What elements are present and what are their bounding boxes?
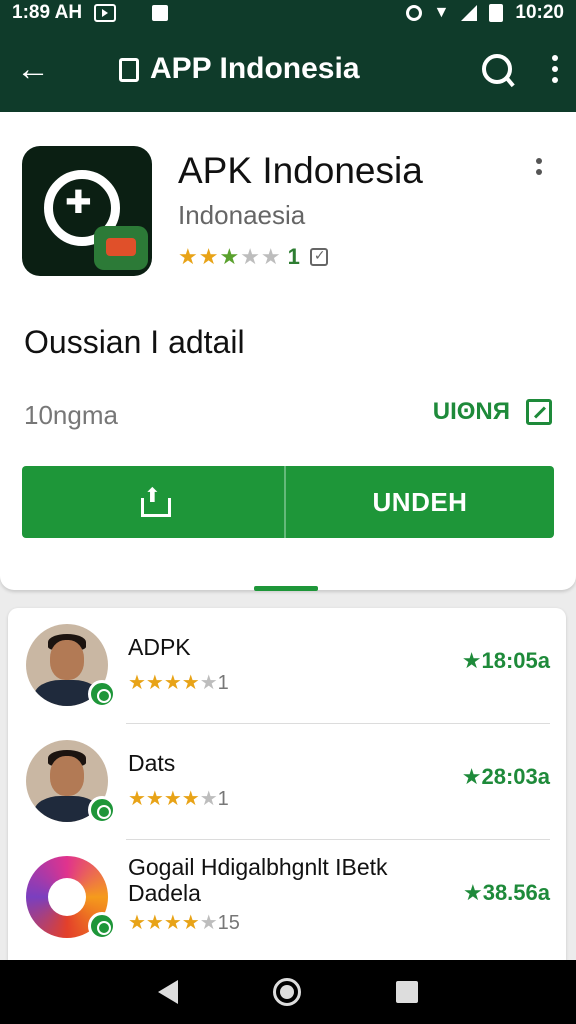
video-icon	[94, 4, 117, 22]
install-icon	[141, 483, 171, 517]
action-bar: UNDEH	[22, 466, 554, 538]
overflow-menu-icon[interactable]	[550, 55, 560, 83]
list-item-price: ★28:03a	[461, 764, 550, 789]
battery-icon	[489, 4, 504, 22]
status-right: ▼ 10:20	[405, 2, 564, 24]
section-title: Oussian I adtail	[24, 324, 245, 360]
related-apps-list: ADPK ★★★★★1 ★18:05a Dats ★★★★★1 ★28:03a …	[8, 608, 566, 968]
list-item-rating: ★★★★★1	[128, 672, 229, 694]
header-menu-icon[interactable]	[534, 158, 544, 175]
alarm-icon	[405, 5, 422, 21]
app-logo	[22, 146, 152, 276]
avatar-badge-icon	[88, 680, 116, 708]
back-arrow-icon[interactable]: ←	[16, 52, 64, 86]
app-header-card: APK Indonesia Indonaesia ★★★★★ 1 Oussian…	[0, 112, 576, 591]
open-link[interactable]: UIʘNЯ	[433, 398, 552, 426]
list-item-title: Gogail Hdigalbhgnlt IBetk Dadela	[128, 854, 388, 906]
list-item[interactable]: Gogail Hdigalbhgnlt IBetk Dadela ★★★★★15…	[8, 840, 566, 956]
search-icon[interactable]	[482, 54, 512, 84]
list-item-title: Dats	[128, 750, 176, 776]
notification-icon	[152, 5, 169, 21]
rating-stars: ★★★★	[128, 788, 200, 810]
signal-icon	[461, 5, 478, 21]
rating-row: ★★★★★ 1	[178, 244, 328, 270]
status-time-right: 10:20	[515, 2, 564, 23]
nav-back-icon[interactable]	[157, 980, 178, 1004]
list-item[interactable]: Dats ★★★★★1 ★28:03a	[8, 724, 566, 840]
list-item-price: ★38.56a	[462, 880, 550, 905]
avatar-badge-icon	[88, 912, 116, 940]
rating-stars: ★★★★★	[178, 244, 282, 269]
nav-home-icon[interactable]	[272, 978, 301, 1006]
status-bar: 1:89 AH ▼ 10:20	[0, 0, 576, 26]
open-link-label: UIʘNЯ	[432, 398, 510, 425]
list-item-price: ★18:05a	[461, 648, 550, 673]
install-button[interactable]	[22, 466, 286, 538]
list-item-rating-count: 1	[217, 672, 229, 694]
status-time-left: 1:89 AH	[12, 2, 83, 23]
avatar-badge-icon	[88, 796, 116, 824]
navigation-bar	[0, 960, 576, 1024]
developer-name[interactable]: Indonaesia	[178, 200, 305, 231]
app-name: APK Indonesia	[178, 150, 423, 191]
rating-count: 1	[287, 244, 300, 269]
list-item-title: ADPK	[128, 634, 191, 660]
rating-stars: ★★★★	[128, 672, 200, 694]
rating-stars: ★★★★	[128, 912, 200, 934]
list-item-rating-count: 15	[217, 912, 240, 934]
status-left: 1:89 AH	[12, 2, 169, 24]
list-item-rating-count: 1	[217, 788, 229, 810]
app-title-icon	[116, 56, 139, 82]
open-external-icon	[526, 399, 552, 425]
wifi-icon: ▼	[433, 4, 450, 21]
nav-recents-icon[interactable]	[396, 981, 419, 1003]
tab-indicator	[254, 586, 318, 591]
app-bar: ← APP Indonesia	[0, 26, 576, 112]
update-button[interactable]: UNDEH	[286, 466, 554, 538]
list-item-rating: ★★★★★1	[128, 788, 229, 810]
verified-icon	[309, 247, 328, 266]
app-logo-badge	[94, 226, 148, 270]
list-item-rating: ★★★★★15	[128, 912, 240, 934]
list-item[interactable]: ADPK ★★★★★1 ★18:05a	[8, 608, 566, 724]
meta-left: 10ngma	[24, 400, 118, 430]
app-bar-title: APP Indonesia	[150, 52, 360, 85]
